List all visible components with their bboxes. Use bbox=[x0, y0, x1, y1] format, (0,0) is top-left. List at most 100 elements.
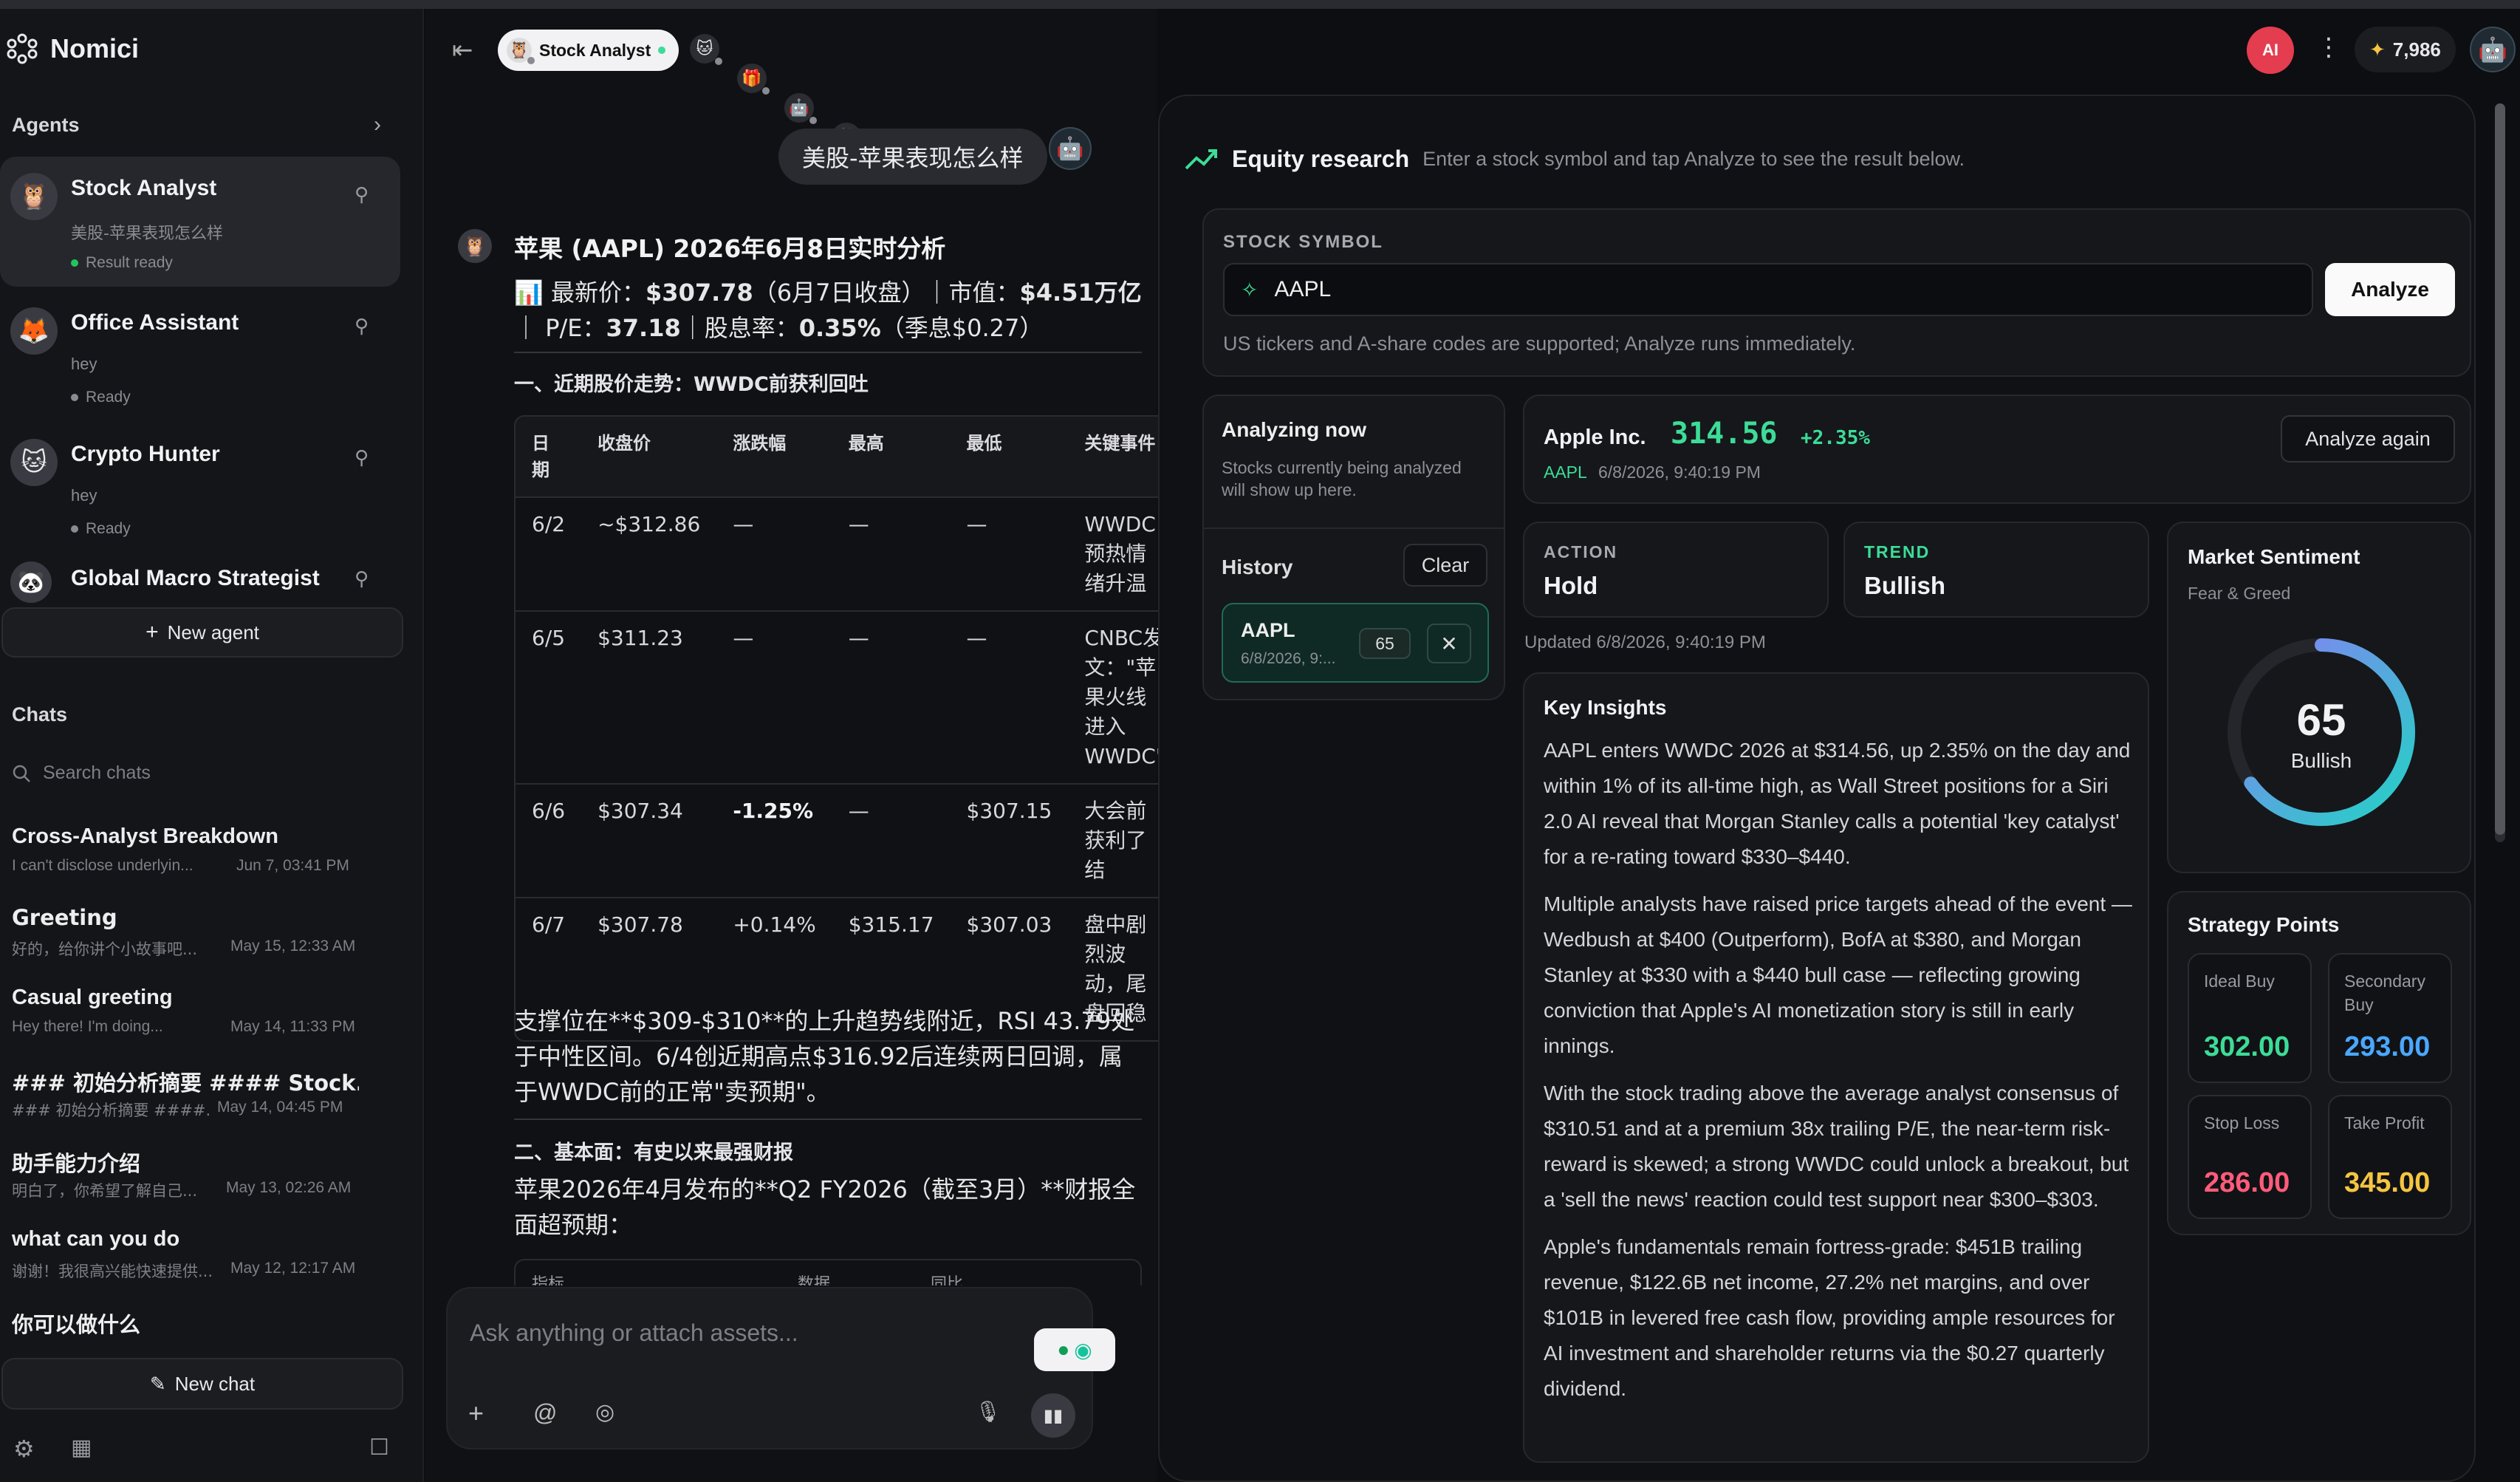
agent-card-global-macro[interactable]: 🐼 Global Macro Strategist ⚲ bbox=[0, 557, 400, 609]
pin-icon[interactable]: ⚲ bbox=[355, 315, 369, 338]
strategy-secondary-buy: Secondary Buy 293.00 bbox=[2328, 953, 2452, 1083]
chat-item[interactable]: Cross-Analyst Breakdown I can't disclose… bbox=[12, 824, 403, 905]
agent-card-crypto-hunter[interactable]: 🐱 Crypto Hunter hey Ready ⚲ bbox=[0, 424, 400, 548]
sidebar: Nomici Agents › 🦉 Stock Analyst 美股-苹果表现怎… bbox=[0, 9, 424, 1482]
chat-time: May 12, 12:17 AM bbox=[230, 1260, 356, 1277]
chat-time: May 15, 12:33 AM bbox=[230, 938, 356, 955]
agent-tab-gift-icon[interactable]: 🎁 bbox=[737, 64, 770, 95]
strategy-points-card: Strategy Points Ideal Buy 302.00 Seconda… bbox=[2167, 891, 2471, 1235]
chat-item[interactable]: what can you do 谢谢！我很高兴能快速提供... May 12, … bbox=[12, 1227, 403, 1308]
agent-tab-cat-icon[interactable]: 🐱 bbox=[690, 34, 722, 65]
collapse-sidebar-icon[interactable]: ⇤ bbox=[452, 35, 473, 65]
chart-emoji-icon: 📊 bbox=[514, 279, 544, 307]
settings-gear-icon[interactable]: ⚙ bbox=[13, 1435, 35, 1463]
strategy-value: 286.00 bbox=[2204, 1167, 2290, 1198]
price-table: 日期 收盘价 涨跌幅 最高 最低 关键事件 6/2 ~$312.86 — — —… bbox=[514, 415, 1183, 1042]
scrollbar-track[interactable] bbox=[2495, 103, 2505, 842]
voice-wave-icon[interactable]: ▮▮ bbox=[1031, 1393, 1075, 1438]
analyze-again-button[interactable]: Analyze again bbox=[2281, 415, 2455, 462]
chat-preview: ### 初始分析摘要 ####... bbox=[12, 1102, 211, 1119]
chat-item[interactable]: ### 初始分析摘要 #### Stock... ### 初始分析摘要 ####… bbox=[12, 1066, 403, 1147]
feedback-icon[interactable]: ☐ bbox=[369, 1435, 389, 1461]
user-message-bubble: 美股-苹果表现怎么样 bbox=[778, 129, 1047, 185]
remove-history-close-icon[interactable]: ✕ bbox=[1427, 624, 1471, 663]
attach-plus-icon[interactable]: + bbox=[468, 1398, 484, 1429]
agent-last-message: hey bbox=[71, 355, 97, 373]
grid-icon[interactable]: ▦ bbox=[71, 1435, 92, 1461]
insight-paragraph: With the stock trading above the average… bbox=[1544, 1082, 2129, 1211]
user-avatar[interactable]: 🤖 bbox=[1049, 127, 1092, 170]
chat-item[interactable]: 助手能力介绍 明白了，你希望了解自己... May 13, 02:26 AM bbox=[12, 1147, 403, 1227]
chat-time: May 13, 02:26 AM bbox=[226, 1179, 352, 1196]
chat-item[interactable]: Casual greeting Hey there! I'm doing... … bbox=[12, 986, 403, 1066]
microphone-icon[interactable]: 🎙 bbox=[975, 1399, 1002, 1424]
equity-title: Equity research bbox=[1232, 145, 1410, 172]
insights-body: AAPL enters WWDC 2026 at $314.56, up 2.3… bbox=[1544, 733, 2134, 1418]
tab-stock-analyst[interactable]: 🦉 Stock Analyst bbox=[498, 30, 679, 71]
agent-tab-robot-icon[interactable]: 🤖 bbox=[784, 93, 817, 124]
grammar-extension-icon[interactable]: ● ◉ bbox=[1034, 1328, 1115, 1371]
pin-icon[interactable]: ⚲ bbox=[355, 183, 369, 206]
strategy-label: Stop Loss bbox=[2204, 1113, 2280, 1133]
chat-time: Jun 7, 03:41 PM bbox=[236, 857, 349, 874]
table-cell: 6/6 bbox=[516, 785, 582, 898]
table-cell: $311.23 bbox=[581, 612, 717, 785]
agent-name: Crypto Hunter bbox=[71, 442, 220, 466]
chevron-right-icon[interactable]: › bbox=[374, 112, 381, 137]
reply-title: 苹果 (AAPL) 2026年6月8日实时分析 bbox=[514, 234, 946, 263]
action-card: ACTION Hold bbox=[1523, 522, 1829, 618]
fox-avatar-icon: 🦊 bbox=[10, 307, 58, 355]
equity-header: Equity research Enter a stock symbol and… bbox=[1185, 118, 2470, 199]
fundamentals-paragraph: 苹果2026年4月发布的**Q2 FY2026（截至3月）**财报全面超预期： bbox=[514, 1175, 1136, 1239]
agent-name: Stock Analyst bbox=[71, 176, 217, 200]
pin-icon[interactable]: ⚲ bbox=[355, 446, 369, 469]
clear-history-button[interactable]: Clear bbox=[1403, 544, 1487, 587]
table-2-header-peek: 指标 数据 同比 bbox=[514, 1259, 1142, 1285]
target-icon[interactable]: ◎ bbox=[595, 1399, 614, 1425]
agent-status-text: Ready bbox=[86, 389, 131, 406]
ai-badge-icon[interactable]: AI bbox=[2247, 27, 2294, 74]
brand: Nomici bbox=[6, 33, 139, 65]
new-agent-label: New agent bbox=[167, 621, 259, 643]
search-chats-field[interactable]: Search chats bbox=[12, 762, 151, 784]
pe-value: 37.18 bbox=[606, 314, 681, 342]
table-header: 数据 bbox=[798, 1275, 831, 1285]
message-composer[interactable]: Ask anything or attach assets... + @ ◎ ▮… bbox=[446, 1287, 1115, 1449]
pin-icon[interactable]: ⚲ bbox=[355, 567, 369, 590]
new-agent-button[interactable]: + New agent bbox=[1, 607, 403, 658]
points-badge[interactable]: ✦ 7,986 bbox=[2355, 27, 2456, 72]
agent-card-office-assistant[interactable]: 🦊 Office Assistant hey Ready ⚲ bbox=[0, 293, 400, 417]
table-cell: — bbox=[832, 612, 951, 785]
sentiment-label: Bullish bbox=[2290, 749, 2352, 772]
table-cell: 6/5 bbox=[516, 612, 582, 785]
table-cell: — bbox=[832, 498, 951, 612]
profile-avatar[interactable]: 🤖 bbox=[2470, 27, 2516, 72]
agent-status: Result ready bbox=[71, 254, 173, 272]
table-cell: ~$312.86 bbox=[581, 498, 717, 612]
chat-time: May 14, 11:33 PM bbox=[230, 1018, 355, 1035]
chat-item[interactable]: 你可以做什么 bbox=[12, 1308, 403, 1352]
strategy-value: 302.00 bbox=[2204, 1031, 2290, 1062]
online-dot-icon bbox=[658, 47, 666, 54]
composer-input[interactable]: Ask anything or attach assets... bbox=[470, 1319, 798, 1347]
new-chat-button[interactable]: ✎ New chat bbox=[1, 1358, 403, 1410]
chat-item[interactable]: Greeting 好的，给你讲个小故事吧... May 15, 12:33 AM bbox=[12, 905, 403, 986]
chat-title: what can you do bbox=[12, 1227, 180, 1251]
agent-status-text: Result ready bbox=[86, 254, 173, 271]
history-date: 6/8/2026, 9:... bbox=[1241, 650, 1336, 667]
history-item[interactable]: AAPL 6/8/2026, 9:... 65 ✕ bbox=[1222, 603, 1489, 683]
table-header: 日期 bbox=[516, 417, 582, 498]
divider bbox=[514, 1119, 1142, 1120]
symbol-input[interactable]: ✧ AAPL bbox=[1223, 263, 2313, 316]
scrollbar-thumb[interactable] bbox=[2495, 103, 2505, 835]
analyze-button[interactable]: Analyze bbox=[2325, 263, 2455, 316]
strategy-value: 293.00 bbox=[2344, 1031, 2431, 1062]
status-dot-icon bbox=[71, 525, 78, 533]
mention-icon[interactable]: @ bbox=[533, 1399, 557, 1427]
history-symbol: AAPL bbox=[1241, 619, 1295, 641]
section-heading: 二、基本面：有史以来最强财报 bbox=[514, 1141, 793, 1164]
agent-card-stock-analyst[interactable]: 🦉 Stock Analyst 美股-苹果表现怎么样 Result ready … bbox=[0, 157, 400, 287]
more-vertical-icon[interactable]: ⋮ bbox=[2316, 33, 2341, 62]
cat-avatar-icon: 🐱 bbox=[10, 439, 58, 486]
assistant-avatar-owl-icon: 🦉 bbox=[458, 229, 492, 263]
